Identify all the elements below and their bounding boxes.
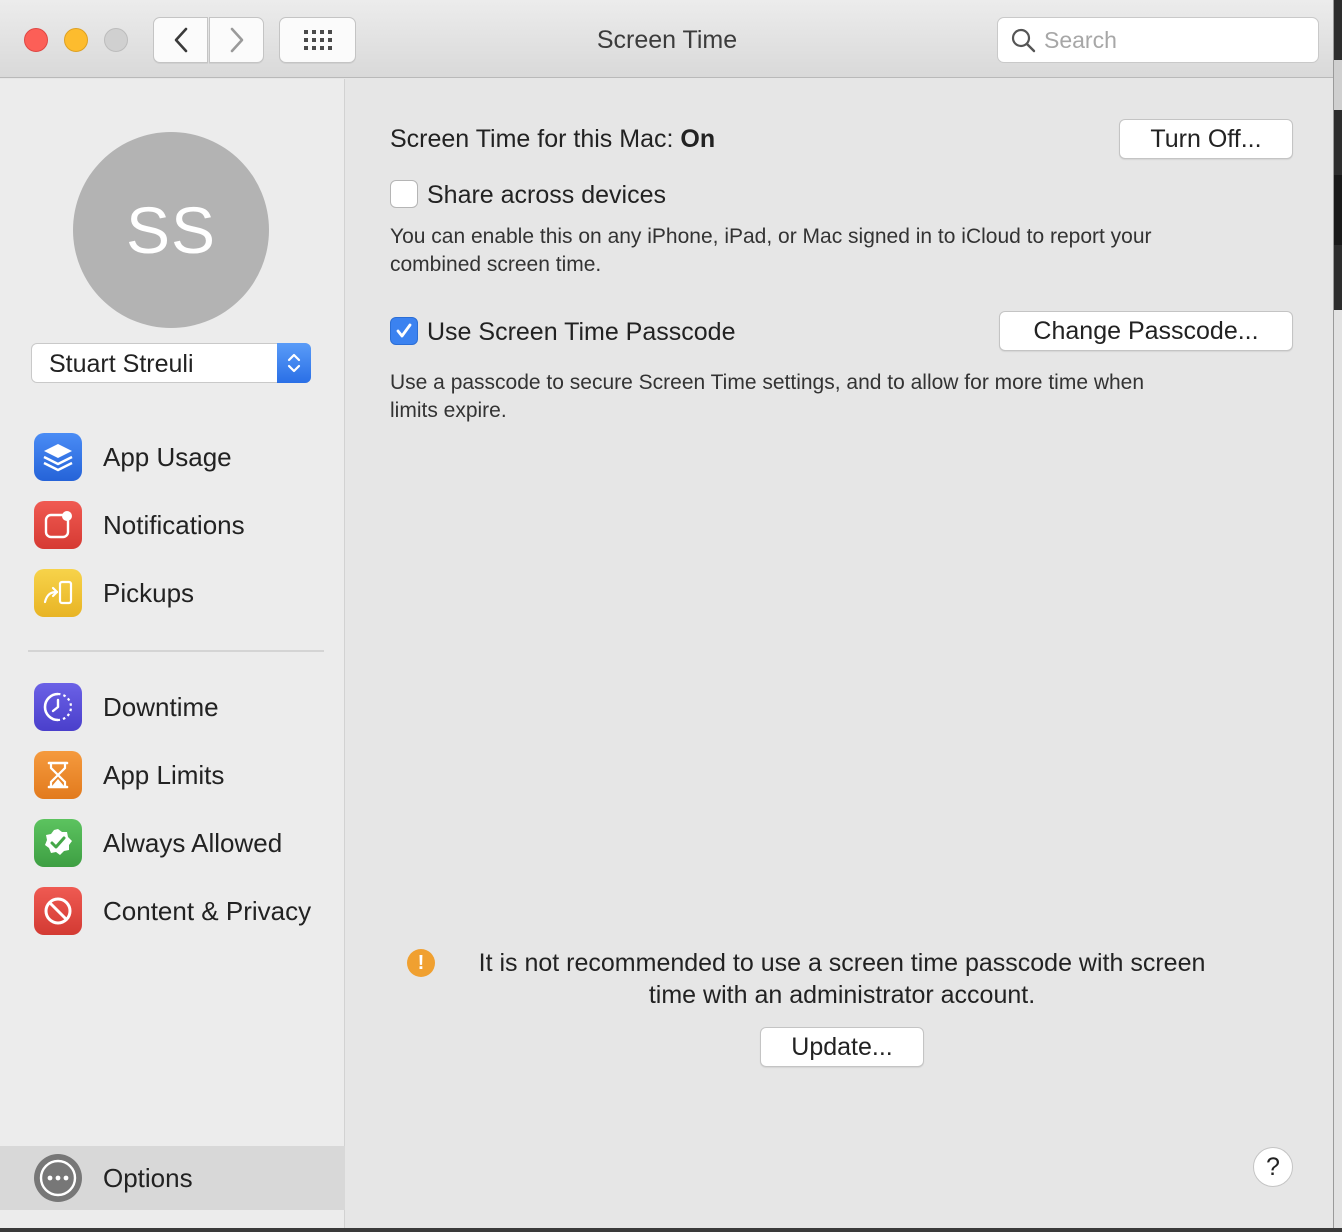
sidebar-item-label: Pickups [103,577,195,608]
help-button[interactable]: ? [1253,1147,1293,1187]
screen-time-status: Screen Time for this Mac: On [390,125,715,154]
background-edge-bottom [0,1228,1342,1232]
sidebar-item-label: Notifications [103,509,245,540]
options-label: Options [103,1163,193,1193]
hourglass-icon [34,751,82,799]
checkmark-icon [396,323,412,338]
sidebar-item-downtime[interactable]: Downtime [0,677,345,737]
use-passcode-label: Use Screen Time Passcode [427,318,736,346]
share-across-devices-label: Share across devices [427,181,667,209]
layers-icon [34,433,82,481]
popup-arrows-icon [277,343,311,383]
avatar: SS [73,132,269,328]
downtime-icon [34,683,82,731]
sidebar-item-label: Always Allowed [103,827,283,858]
sidebar-item-app-usage[interactable]: App Usage [0,427,345,487]
background-edge [1334,0,1342,1232]
ellipsis-icon [34,1154,82,1202]
user-popup-button[interactable]: Stuart Streuli [31,343,311,383]
passcode-description: Use a passcode to secure Screen Time set… [390,369,1144,425]
passcode-description-line: Use a passcode to secure Screen Time set… [390,371,1145,394]
warning-line: It is not recommended to use a screen ti… [478,949,1206,977]
passcode-description-line: limits expire. [390,399,507,422]
search-input[interactable] [1044,26,1304,54]
admin-warning-text: It is not recommended to use a screen ti… [442,947,1242,1011]
search-icon [1011,28,1036,53]
title-bar: Screen Time [0,0,1333,78]
warning-line: time with an administrator account. [648,981,1036,1009]
share-description: You can enable this on any iPhone, iPad,… [390,223,1152,279]
main-pane: Screen Time for this Mac: On Turn Off...… [346,79,1333,1228]
share-description-line: You can enable this on any iPhone, iPad,… [390,225,1152,248]
sidebar: SS Stuart Streuli App Usage Notification… [0,79,345,1228]
sidebar-item-label: Content & Privacy [103,895,312,926]
change-passcode-button[interactable]: Change Passcode... [999,311,1293,351]
status-value: On [680,125,716,153]
sidebar-item-label: App Limits [103,759,225,790]
share-description-line: combined screen time. [390,253,602,276]
user-name: Stuart Streuli [49,350,194,378]
search-field[interactable] [997,17,1319,63]
checkmark-badge-icon [34,819,82,867]
screen-time-window: Screen Time SS Stuart Streuli [0,0,1334,1228]
sidebar-item-label: App Usage [103,441,232,472]
sidebar-item-label: Downtime [103,691,219,722]
sidebar-item-app-limits[interactable]: App Limits [0,745,345,805]
turn-off-button[interactable]: Turn Off... [1119,119,1293,159]
sidebar-divider [28,650,324,652]
warning-icon: ! [407,949,435,977]
sidebar-item-content-privacy[interactable]: Content & Privacy [0,881,345,941]
prohibited-icon [34,887,82,935]
pickups-icon [34,569,82,617]
status-prefix: Screen Time for this Mac: [390,125,674,153]
sidebar-item-pickups[interactable]: Pickups [0,563,345,623]
use-passcode-checkbox[interactable] [390,317,418,345]
sidebar-item-options[interactable]: Options [0,1146,345,1210]
notification-icon [34,501,82,549]
sidebar-item-always-allowed[interactable]: Always Allowed [0,813,345,873]
update-button[interactable]: Update... [760,1027,924,1067]
share-across-devices-checkbox[interactable] [390,180,418,208]
sidebar-item-notifications[interactable]: Notifications [0,495,345,555]
